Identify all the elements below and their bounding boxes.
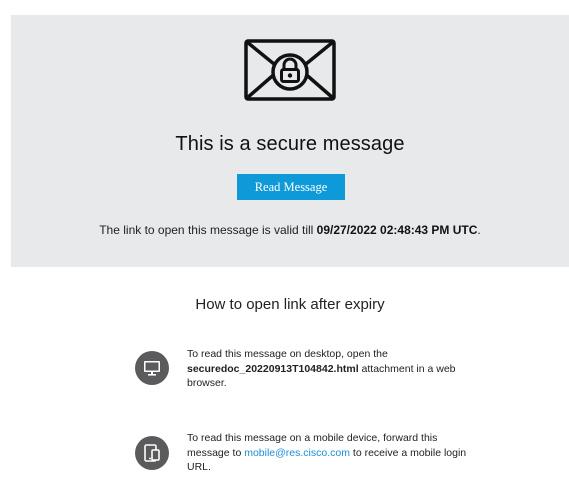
attachment-filename: securedoc_20220913T104842.html bbox=[187, 362, 359, 375]
mobile-instructions: To read this message on a mobile device,… bbox=[187, 431, 472, 475]
secure-message-banner: This is a secure message Read Message Th… bbox=[11, 15, 569, 267]
expiry-heading: How to open link after expiry bbox=[195, 296, 385, 313]
mobile-email-link[interactable]: mobile@res.cisco.com bbox=[244, 447, 350, 459]
mobile-device-icon bbox=[135, 436, 169, 470]
validity-datetime: 09/27/2022 02:48:43 PM UTC bbox=[316, 223, 478, 237]
desktop-instructions: To read this message on desktop, open th… bbox=[187, 347, 472, 391]
locked-envelope-icon bbox=[244, 39, 336, 101]
validity-prefix: The link to open this message is valid t… bbox=[99, 223, 317, 237]
secure-message-card: This is a secure message Read Message Th… bbox=[11, 15, 569, 496]
desktop-text-prefix: To read this message on desktop, open th… bbox=[187, 348, 388, 360]
validity-suffix: . bbox=[477, 223, 481, 237]
desktop-monitor-icon bbox=[135, 351, 169, 385]
read-message-button[interactable]: Read Message bbox=[237, 174, 345, 200]
page-title: This is a secure message bbox=[175, 133, 405, 155]
link-validity-text: The link to open this message is valid t… bbox=[11, 223, 569, 237]
